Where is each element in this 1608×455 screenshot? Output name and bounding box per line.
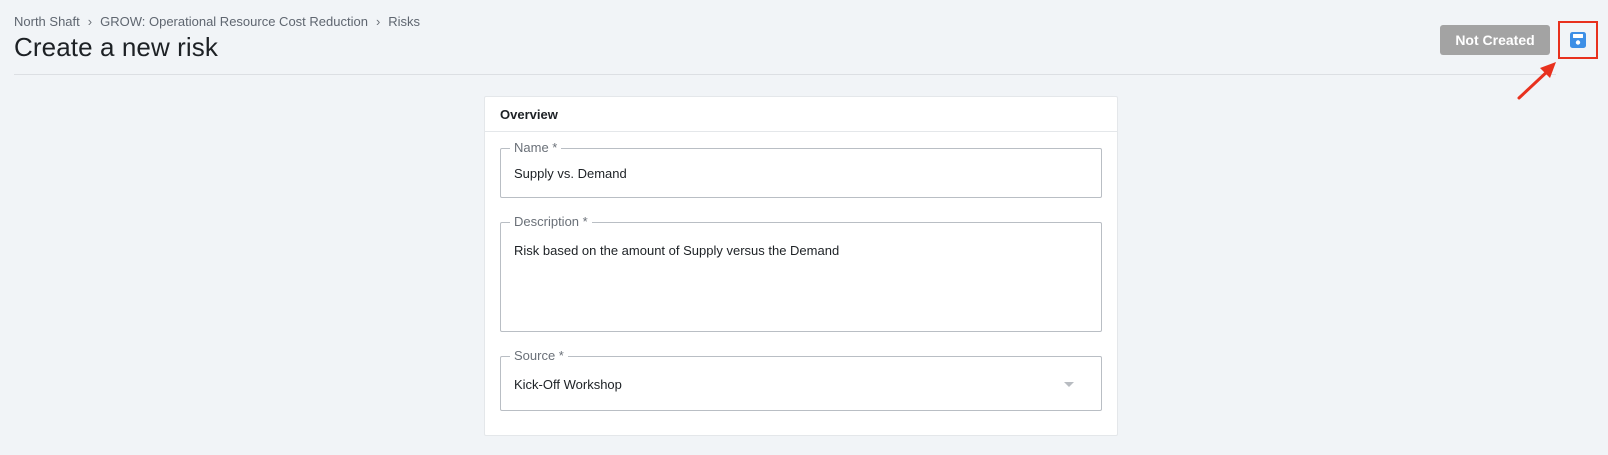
breadcrumb-separator: › xyxy=(375,14,381,29)
save-icon xyxy=(1570,32,1586,48)
description-textarea[interactable]: Risk based on the amount of Supply versu… xyxy=(514,243,839,258)
status-badge-button[interactable]: Not Created xyxy=(1440,25,1550,55)
description-field[interactable]: Description * Risk based on the amount o… xyxy=(500,214,1102,332)
chevron-down-icon[interactable] xyxy=(1064,382,1074,387)
name-input[interactable]: Supply vs. Demand xyxy=(514,166,627,181)
card-header: Overview xyxy=(485,97,1117,132)
description-field-label: Description * xyxy=(510,214,592,230)
source-select[interactable]: Source * Kick-Off Workshop xyxy=(500,348,1102,411)
source-selected-value: Kick-Off Workshop xyxy=(514,377,622,392)
breadcrumb-item-risks[interactable]: Risks xyxy=(388,14,420,29)
name-field[interactable]: Name * Supply vs. Demand xyxy=(500,140,1102,198)
breadcrumb-item-north-shaft[interactable]: North Shaft xyxy=(14,14,80,29)
source-field-label: Source * xyxy=(510,348,568,364)
breadcrumb: North Shaft › GROW: Operational Resource… xyxy=(14,14,420,29)
page-title: Create a new risk xyxy=(14,32,218,62)
name-field-label: Name * xyxy=(510,140,562,156)
breadcrumb-separator: › xyxy=(87,14,93,29)
breadcrumb-item-grow[interactable]: GROW: Operational Resource Cost Reductio… xyxy=(100,14,368,29)
save-button[interactable] xyxy=(1558,21,1598,59)
overview-card: Overview Name * Supply vs. Demand Descri… xyxy=(484,96,1118,436)
header-divider xyxy=(14,74,1556,75)
annotation-arrow-icon xyxy=(1517,62,1556,100)
